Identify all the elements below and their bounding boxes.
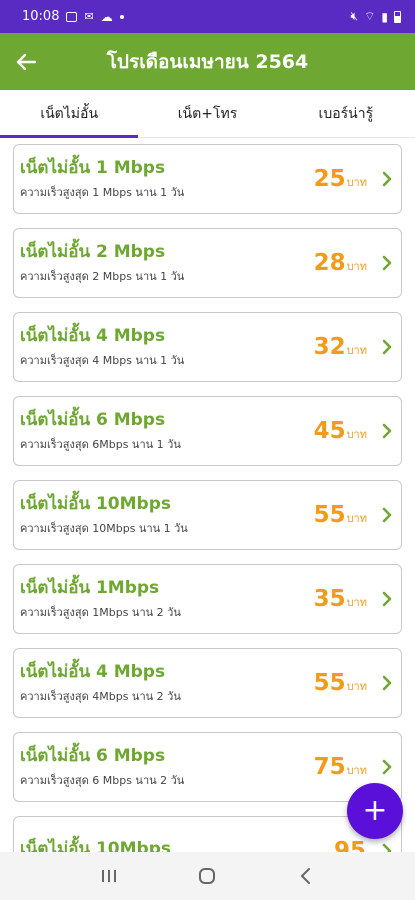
package-title: เน็ตไม่อั้น 6 Mbps [20,746,166,766]
package-card[interactable]: เน็ตไม่อั้น 6 Mbps ความเร็วสูงสุด 6Mbps น… [13,396,402,466]
package-price: 55 บาท [314,502,367,528]
package-text: เน็ตไม่อั้น 4 Mbps ความเร็วสูงสุด 4Mbps น… [14,661,314,705]
package-text: เน็ตไม่อั้น 1 Mbps ความเร็วสูงสุด 1 Mbps … [14,157,314,201]
package-description: ความเร็วสูงสุด 1 Mbps นาน 1 วัน [20,186,185,199]
system-back-icon [300,868,310,884]
package-card[interactable]: เน็ตไม่อั้น 1Mbps ความเร็วสูงสุด 1Mbps นา… [13,564,402,634]
price-unit: บาท [346,596,367,609]
package-title: เน็ตไม่อั้น 10Mbps [20,839,172,852]
package-title: เน็ตไม่อั้น 4 Mbps [20,326,166,346]
package-list: เน็ตไม่อั้น 1 Mbps ความเร็วสูงสุด 1 Mbps … [0,138,415,852]
package-title: เน็ตไม่อั้น 4 Mbps [20,662,166,682]
tab-useful-numbers[interactable]: เบอร์น่ารู้ [277,90,415,137]
mute-icon: 🔇︎ [350,9,359,23]
package-price: 95 [334,838,367,852]
package-price: 45 บาท [314,418,367,444]
back-button[interactable] [0,33,52,90]
package-card[interactable]: เน็ตไม่อั้น 10Mbps ความเร็วสูงสุด 10Mbps … [13,480,402,550]
package-description: ความเร็วสูงสุด 10Mbps นาน 1 วัน [20,522,188,535]
page-title: โปรเดือนเมษายน 2564 [106,50,309,73]
price-value: 28 [313,250,346,276]
cloud-icon: ☁ [100,9,113,24]
package-title: เน็ตไม่อั้น 1Mbps [20,578,160,598]
price-value: 55 [313,670,346,696]
status-bar: 10:08 ✉ ☁ 🔇︎ ⌔ ▮ [0,0,415,33]
home-icon [199,868,216,884]
system-back-button[interactable] [286,856,326,896]
package-price: 35 บาท [314,586,367,612]
price-value: 32 [313,334,346,360]
chevron-right-icon [373,144,401,214]
package-card[interactable]: เน็ตไม่อั้น 6 Mbps ความเร็วสูงสุด 6 Mbps … [13,732,402,802]
chevron-right-icon [373,564,401,634]
price-value: 75 [313,754,346,780]
price-unit: บาท [346,428,367,441]
chevron-right-icon [373,648,401,718]
price-unit: บาท [346,344,367,357]
package-title: เน็ตไม่อั้น 6 Mbps [20,410,166,430]
package-description: ความเร็วสูงสุด 4Mbps นาน 2 วัน [20,690,181,703]
chevron-right-icon [373,312,401,382]
package-text: เน็ตไม่อั้น 6 Mbps ความเร็วสูงสุด 6 Mbps … [14,745,314,789]
package-card[interactable]: เน็ตไม่อั้น 4 Mbps ความเร็วสูงสุด 4Mbps น… [13,648,402,718]
package-title: เน็ตไม่อั้น 10Mbps [20,494,172,514]
package-text: เน็ตไม่อั้น 10Mbps ความเร็วสูงสุด 10Mbps … [14,493,314,537]
package-price: 32 บาท [314,334,367,360]
package-card[interactable]: เน็ตไม่อั้น 4 Mbps ความเร็วสูงสุด 4 Mbps … [13,312,402,382]
price-unit: บาท [346,512,367,525]
tab-bar: เน็ตไม่อั้น เน็ต+โทร เบอร์น่ารู้ [0,90,415,138]
wifi-icon: ⌔ [364,9,376,23]
recent-apps-button[interactable] [89,856,129,896]
package-text: เน็ตไม่อั้น 6 Mbps ความเร็วสูงสุด 6Mbps น… [14,409,314,453]
package-title: เน็ตไม่อั้น 1 Mbps [20,158,166,178]
price-value: 45 [313,418,346,444]
price-unit: บาท [346,764,367,777]
package-text: เน็ตไม่อั้น 4 Mbps ความเร็วสูงสุด 4 Mbps … [14,325,314,369]
package-price: 28 บาท [314,250,367,276]
package-price: 25 บาท [314,166,367,192]
notification-dot-icon [119,14,124,19]
price-value: 95 [333,838,366,852]
tab-net-call[interactable]: เน็ต+โทร [138,90,276,137]
system-nav-bar [0,852,415,900]
price-value: 35 [313,586,346,612]
app-bar: โปรเดือนเมษายน 2564 [0,33,415,90]
status-time: 10:08 [22,9,60,24]
price-unit: บาท [346,176,367,189]
back-arrow-icon [16,53,36,70]
home-button[interactable] [187,856,227,896]
package-price: 55 บาท [314,670,367,696]
price-unit: บาท [346,260,367,273]
recent-apps-icon [102,870,117,882]
package-description: ความเร็วสูงสุด 4 Mbps นาน 1 วัน [20,354,185,367]
package-text: เน็ตไม่อั้น 1Mbps ความเร็วสูงสุด 1Mbps นา… [14,577,314,621]
signal-icon: ▮ [381,9,388,24]
chevron-right-icon [373,396,401,466]
add-fab-button[interactable]: + [347,783,403,839]
mail-icon: ✉ [84,10,94,23]
package-price: 75 บาท [314,754,367,780]
package-title: เน็ตไม่อั้น 2 Mbps [20,242,166,262]
price-value: 55 [313,502,346,528]
package-card[interactable]: เน็ตไม่อั้น 2 Mbps ความเร็วสูงสุด 2 Mbps … [13,228,402,298]
plus-icon: + [362,793,388,828]
tab-unlimited-net[interactable]: เน็ตไม่อั้น [0,90,139,138]
package-description: ความเร็วสูงสุด 1Mbps นาน 2 วัน [20,606,181,619]
price-unit: บาท [346,680,367,693]
chevron-right-icon [373,228,401,298]
chevron-right-icon [373,480,401,550]
package-card[interactable]: เน็ตไม่อั้น 1 Mbps ความเร็วสูงสุด 1 Mbps … [13,144,402,214]
battery-icon [394,10,401,23]
package-description: ความเร็วสูงสุด 2 Mbps นาน 1 วัน [20,270,185,283]
package-description: ความเร็วสูงสุด 6 Mbps นาน 2 วัน [20,774,185,787]
package-text: เน็ตไม่อั้น 10Mbps [14,838,334,852]
package-text: เน็ตไม่อั้น 2 Mbps ความเร็วสูงสุด 2 Mbps … [14,241,314,285]
price-value: 25 [313,166,346,192]
gallery-icon [66,11,78,22]
package-card[interactable]: เน็ตไม่อั้น 10Mbps 95 [13,816,402,852]
package-description: ความเร็วสูงสุด 6Mbps นาน 1 วัน [20,438,181,451]
